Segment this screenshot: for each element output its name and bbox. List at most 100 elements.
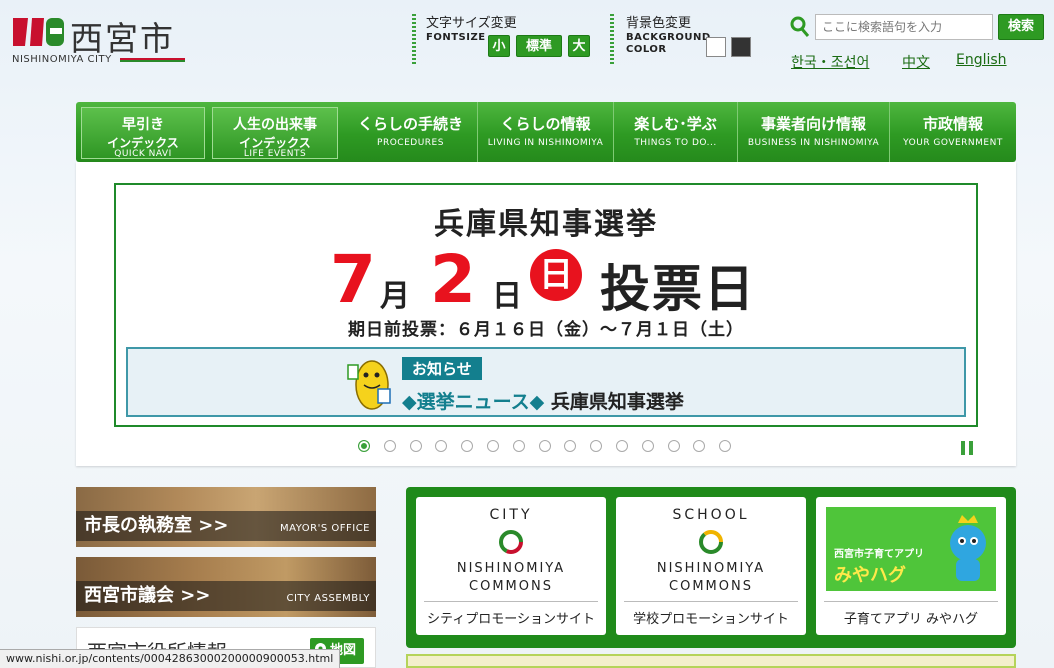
app-small-label: 西宮市子育てアプリ (834, 549, 924, 560)
mayors-office-en: MAYOR'S OFFICE (280, 523, 370, 534)
promo-name2: COMMONS (469, 579, 553, 594)
promo-head: SCHOOL (672, 507, 750, 523)
nav-item-label: 楽しむ･学ぶ (634, 115, 717, 133)
nav-life-events[interactable]: 人生の出来事 インデックス LIFE EVENTS (212, 107, 338, 159)
search-input[interactable] (815, 14, 993, 40)
carousel-dot[interactable] (538, 440, 551, 452)
banner-month-number: 7 (330, 241, 376, 318)
election-news-notice[interactable]: お知らせ ◆選挙ニュース◆ 兵庫県知事選挙 (126, 347, 966, 417)
commons-ring-icon (699, 530, 723, 554)
bg-black-swatch[interactable] (731, 37, 751, 57)
lang-chinese-link[interactable]: 中文 (902, 52, 930, 72)
carousel-dot[interactable] (616, 440, 628, 452)
carousel-dot[interactable] (719, 440, 732, 452)
promo-name1: NISHINOMIYA (656, 561, 766, 576)
bg-white-swatch[interactable] (706, 37, 726, 57)
promo-head: CITY (489, 507, 533, 523)
font-size-subtitle: FONTSIZE (426, 32, 486, 43)
nav-item-en: LIVING IN NISHINOMIYA (487, 138, 604, 148)
nav-living[interactable]: くらしの情報 LIVING IN NISHINOMIYA (478, 102, 614, 162)
carousel-dot[interactable] (383, 440, 396, 452)
carousel-dot[interactable] (590, 440, 603, 452)
promo-caption: シティプロモーションサイト (424, 601, 598, 627)
election-banner[interactable]: 兵庫県知事選挙 7 月 2 日 日 投票日 期日前投票：６月１６日（金）～７月１… (114, 183, 978, 427)
nav-item-label: 事業者向け情報 (760, 115, 866, 133)
nav-item-label: くらしの情報 (500, 115, 591, 133)
city-assembly-banner[interactable]: 西宮市議会 >> CITY ASSEMBLY (76, 557, 376, 617)
mascot-icon (347, 360, 391, 410)
bg-color-subtitle-line2: COLOR (626, 44, 667, 55)
carousel-dot[interactable] (358, 440, 370, 452)
browser-status-bar: www.nishi.or.jp/contents/000428630002000… (0, 649, 341, 668)
city-commons-card[interactable]: CITY NISHINOMIYA COMMONS シティプロモーションサイト (416, 497, 606, 635)
carousel-dot[interactable] (564, 440, 577, 452)
nav-item-label: 市政情報 (922, 115, 983, 133)
site-header: 西宮市 NISHINOMIYA CITY 文字サイズ変更 FONTSIZE 小 … (0, 0, 1054, 86)
search-icon (790, 16, 810, 37)
font-size-standard-button[interactable]: 標準 (516, 35, 562, 57)
font-size-small-button[interactable]: 小 (488, 35, 510, 57)
banner-month-unit: 月 (380, 279, 410, 314)
banner-early-vote: 期日前投票：６月１６日（金）～７月１日（土） (348, 320, 744, 340)
carousel-dot[interactable] (435, 440, 448, 452)
global-navigation: 早引き インデックス QUICK NAVI 人生の出来事 インデックス LIFE… (76, 102, 1016, 162)
logo-subtitle: NISHINOMIYA CITY (12, 54, 112, 65)
logo-underline (120, 58, 185, 62)
banner-day-unit: 日 (492, 279, 522, 314)
commons-ring-icon (499, 530, 523, 554)
carousel-dot[interactable] (512, 440, 525, 452)
nav-item-label: くらしの手続き (357, 115, 463, 133)
nav-government[interactable]: 市政情報 YOUR GOVERNMENT (890, 102, 1016, 162)
mayors-office-banner[interactable]: 市長の執務室 >> MAYOR'S OFFICE (76, 487, 376, 547)
nav-item-en: BUSINESS IN NISHINOMIYA (747, 138, 880, 148)
carousel-dot[interactable] (487, 440, 499, 452)
banner-day-number: 2 (430, 241, 476, 318)
nav-item-en: THINGS TO DO... (634, 138, 717, 148)
nav-life-label: 人生の出来事 (233, 117, 317, 133)
lang-korean-link[interactable]: 한국・조선어 (791, 52, 869, 72)
banner-weekday-badge: 日 (530, 249, 582, 301)
school-commons-card[interactable]: SCHOOL NISHINOMIYA COMMONS 学校プロモーションサイト (616, 497, 806, 635)
city-assembly-label: 西宮市議会 >> (84, 585, 211, 606)
lang-english-link[interactable]: English (956, 52, 1007, 68)
bottom-banner-strip[interactable] (406, 654, 1016, 668)
search-button[interactable]: 検索 (998, 14, 1044, 40)
nav-item-en: YOUR GOVERNMENT (903, 138, 1003, 148)
carousel-dot[interactable] (667, 440, 680, 452)
nav-quick-navi[interactable]: 早引き インデックス QUICK NAVI (81, 107, 205, 159)
promo-name1: NISHINOMIYA (456, 561, 566, 576)
miyahug-mascot-icon (950, 515, 986, 581)
app-big-label: みやハグ (834, 565, 906, 586)
notice-tag: お知らせ (402, 357, 482, 380)
notice-text: ◆選挙ニュース◆ 兵庫県知事選挙 (402, 387, 684, 414)
carousel-dot[interactable] (461, 440, 474, 452)
bg-color-subtitle-line1: BACKGROUND (626, 32, 711, 43)
notice-election-name: 兵庫県知事選挙 (550, 391, 684, 413)
bg-color-title: 背景色変更 (626, 16, 692, 31)
mayors-office-label: 市長の執務室 >> (84, 515, 229, 536)
nav-life-en: LIFE EVENTS (243, 149, 307, 159)
city-assembly-en: CITY ASSEMBLY (286, 593, 370, 604)
promotion-panel: CITY NISHINOMIYA COMMONS シティプロモーションサイト S… (406, 487, 1016, 648)
nav-procedures[interactable]: くらしの手続き PROCEDURES (344, 102, 478, 162)
dotted-divider (610, 14, 614, 64)
dotted-divider (412, 14, 416, 64)
nav-business[interactable]: 事業者向け情報 BUSINESS IN NISHINOMIYA (738, 102, 890, 162)
site-logo[interactable]: 西宮市 NISHINOMIYA CITY (10, 12, 185, 68)
nav-things-to-do[interactable]: 楽しむ･学ぶ THINGS TO DO... (614, 102, 738, 162)
promo-name2: COMMONS (669, 579, 753, 594)
nav-quick-label: 早引き (122, 117, 164, 133)
main-carousel: 兵庫県知事選挙 7 月 2 日 日 投票日 期日前投票：６月１６日（金）～７月１… (76, 162, 1016, 466)
miyahug-app-image: 西宮市子育てアプリ みやハグ (826, 507, 996, 591)
nav-item-en: PROCEDURES (377, 138, 444, 148)
carousel-dot[interactable] (641, 440, 654, 452)
carousel-dot[interactable] (409, 440, 422, 452)
bg-color-subtitle: BACKGROUND COLOR (626, 32, 711, 56)
carousel-dot[interactable] (693, 440, 706, 452)
city-emblem-icon (13, 18, 64, 46)
font-size-large-button[interactable]: 大 (568, 35, 590, 57)
pause-icon[interactable] (960, 440, 974, 456)
miyahug-app-card[interactable]: 西宮市子育てアプリ みやハグ 子育てアプリ みやハグ (816, 497, 1006, 635)
promo-caption: 学校プロモーションサイト (624, 601, 798, 627)
logo-text: 西宮市 (70, 19, 175, 58)
